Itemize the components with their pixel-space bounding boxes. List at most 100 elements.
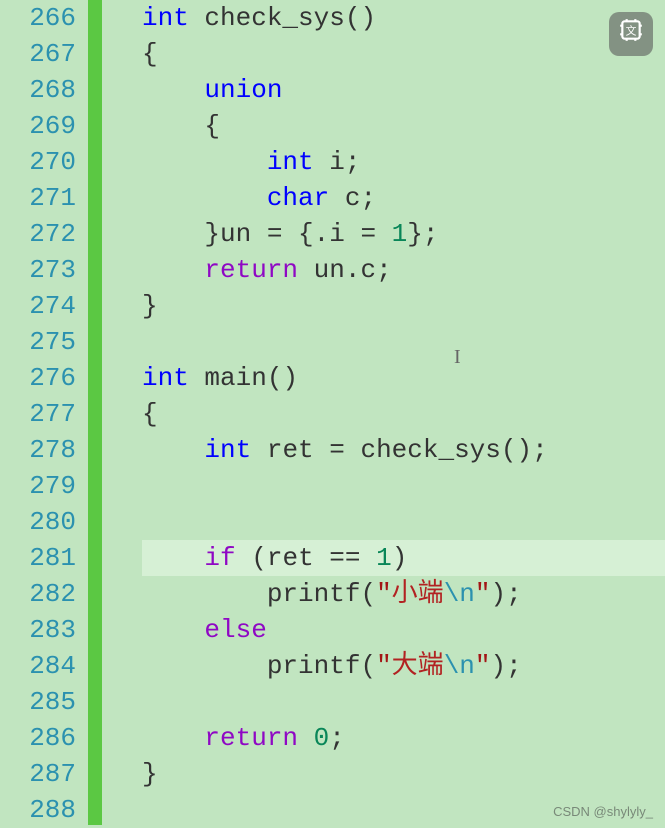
code-line[interactable]: { <box>142 108 665 144</box>
token-punct <box>142 543 204 573</box>
token-str: " <box>376 579 392 609</box>
line-number: 285 <box>0 684 76 720</box>
token-punct <box>142 723 204 753</box>
code-line[interactable]: int i; <box>142 144 665 180</box>
code-line[interactable]: return un.c; <box>142 252 665 288</box>
token-punct: ( <box>360 651 376 681</box>
line-number: 282 <box>0 576 76 612</box>
token-punct: } <box>142 219 220 249</box>
code-line[interactable]: { <box>142 36 665 72</box>
code-line[interactable]: printf("大端\n"); <box>142 648 665 684</box>
token-kw: int <box>142 3 189 33</box>
code-line[interactable] <box>142 684 665 720</box>
token-ret: return <box>204 723 298 753</box>
token-punct <box>298 723 314 753</box>
code-editor[interactable]: 2662672682692702712722732742752762772782… <box>0 0 665 825</box>
token-esc: \n <box>444 651 475 681</box>
code-line[interactable]: char c; <box>142 180 665 216</box>
code-line[interactable]: printf("小端\n"); <box>142 576 665 612</box>
token-kw: int <box>204 435 251 465</box>
line-number: 277 <box>0 396 76 432</box>
line-number: 279 <box>0 468 76 504</box>
text-cursor: I <box>454 346 461 369</box>
token-punct <box>142 579 267 609</box>
code-line[interactable]: int ret = check_sys(); <box>142 432 665 468</box>
code-line[interactable]: int check_sys() <box>142 0 665 36</box>
code-line[interactable] <box>142 324 665 360</box>
token-punct: ( <box>360 579 376 609</box>
token-func: printf <box>267 651 361 681</box>
code-line[interactable] <box>142 468 665 504</box>
token-func: check_sys <box>204 3 344 33</box>
line-gutter: 2662672682692702712722732742752762772782… <box>0 0 88 825</box>
expand-button[interactable]: 文 <box>609 12 653 56</box>
expand-icon: 文 <box>618 17 644 51</box>
token-punct: = <box>314 435 361 465</box>
token-punct: () <box>267 363 298 393</box>
token-punct <box>142 75 204 105</box>
code-line[interactable]: { <box>142 396 665 432</box>
code-line[interactable] <box>142 504 665 540</box>
token-ident: ret <box>267 435 314 465</box>
line-number: 287 <box>0 756 76 792</box>
line-number: 288 <box>0 792 76 828</box>
line-number: 286 <box>0 720 76 756</box>
token-punct: } <box>142 291 158 321</box>
token-func: check_sys <box>360 435 500 465</box>
token-punct: }; <box>407 219 438 249</box>
token-kw: int <box>142 363 189 393</box>
token-ident: un <box>314 255 345 285</box>
line-number: 284 <box>0 648 76 684</box>
token-num: 1 <box>392 219 408 249</box>
code-area[interactable]: int check_sys(){ union { int i; char c; … <box>102 0 665 825</box>
token-ret: return <box>204 255 298 285</box>
token-punct: { <box>142 39 158 69</box>
code-line[interactable]: if (ret == 1) <box>142 540 665 576</box>
token-punct <box>314 147 330 177</box>
token-func: printf <box>267 579 361 609</box>
token-kw: char <box>267 183 329 213</box>
token-num: 0 <box>314 723 330 753</box>
token-punct <box>251 435 267 465</box>
token-punct: ; <box>360 183 376 213</box>
token-punct: = {. <box>251 219 329 249</box>
code-line[interactable]: else <box>142 612 665 648</box>
line-number: 280 <box>0 504 76 540</box>
token-ident: c <box>345 183 361 213</box>
token-punct <box>142 651 267 681</box>
code-line[interactable]: }un = {.i = 1}; <box>142 216 665 252</box>
token-punct <box>142 147 267 177</box>
token-punct <box>298 255 314 285</box>
token-punct: ); <box>491 579 522 609</box>
line-number: 271 <box>0 180 76 216</box>
code-line[interactable]: union <box>142 72 665 108</box>
token-punct <box>142 435 204 465</box>
svg-text:文: 文 <box>626 23 637 38</box>
code-line[interactable]: int main() <box>142 360 665 396</box>
token-ident: un <box>220 219 251 249</box>
token-punct: ; <box>376 255 392 285</box>
token-esc: \n <box>444 579 475 609</box>
line-number: 269 <box>0 108 76 144</box>
token-punct: ) <box>392 543 408 573</box>
token-punct: () <box>345 3 376 33</box>
token-func: main <box>204 363 266 393</box>
line-number: 276 <box>0 360 76 396</box>
token-punct: . <box>345 255 361 285</box>
token-punct <box>142 615 204 645</box>
token-ident: i <box>329 219 345 249</box>
line-number: 281 <box>0 540 76 576</box>
token-punct: ( <box>236 543 267 573</box>
code-line[interactable]: return 0; <box>142 720 665 756</box>
code-line[interactable]: } <box>142 288 665 324</box>
token-punct: ; <box>345 147 361 177</box>
code-line[interactable]: } <box>142 756 665 792</box>
token-ident: c <box>360 255 376 285</box>
token-strcn: 小端 <box>392 579 444 609</box>
line-number: 267 <box>0 36 76 72</box>
token-punct: (); <box>501 435 548 465</box>
token-str: " <box>475 651 491 681</box>
token-punct: = <box>345 219 392 249</box>
token-ident: ret <box>267 543 314 573</box>
token-punct: { <box>142 399 158 429</box>
